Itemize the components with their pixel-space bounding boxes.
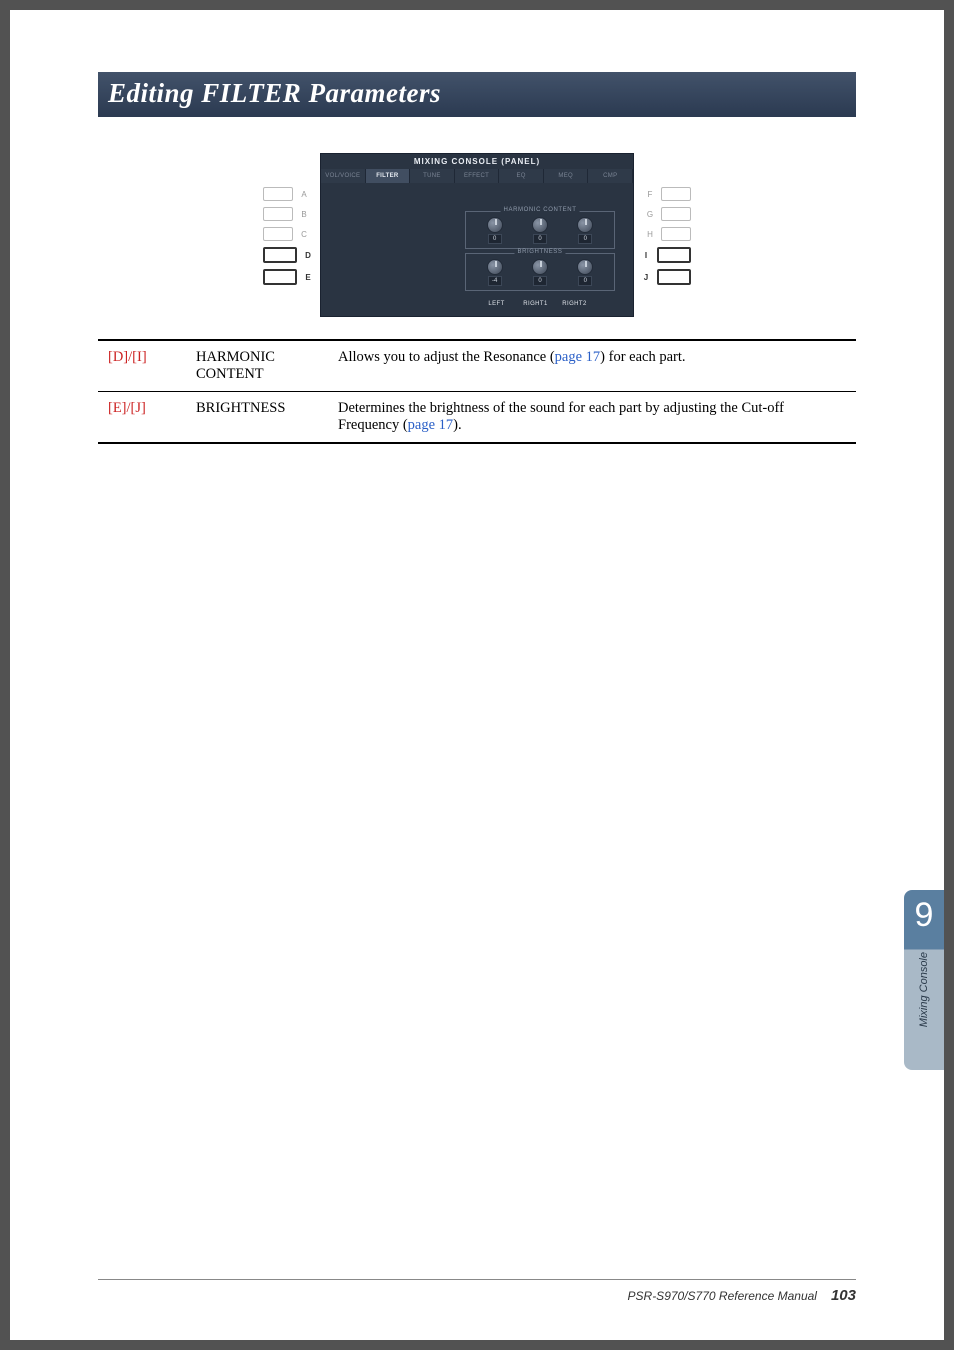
screenshot-figure: A B C D E MIXING CONSOLE (PANEL) VOL/VOI… [98,153,856,317]
tab-vol-voice[interactable]: VOL/VOICE [321,169,366,183]
button-outline-icon [263,227,293,241]
tab-cmp[interactable]: CMP [588,169,633,183]
col-label: RIGHT1 [516,301,555,307]
button-label: A [298,190,310,199]
knob-cell: 0 [577,259,593,286]
panel-button-f: F [640,187,691,201]
panel-button-a: A [263,187,314,201]
button-outline-icon [263,269,297,285]
parameter-table: [D]/[I] HARMONIC CONTENT Allows you to a… [98,339,856,444]
knob-value: 0 [488,234,502,244]
desc-text: ) for each part. [600,349,685,365]
knob-icon[interactable] [577,217,593,233]
button-outline-icon [263,247,297,263]
param-name: BRIGHTNESS [186,392,328,444]
knob-icon[interactable] [532,259,548,275]
tab-eq[interactable]: EQ [499,169,544,183]
table-row: [D]/[I] HARMONIC CONTENT Allows you to a… [98,340,856,392]
knob-value: 0 [578,234,592,244]
panel-button-b: B [263,207,314,221]
param-desc: Allows you to adjust the Resonance (page… [328,340,856,392]
knob-cell: -4 [487,259,503,286]
left-button-column: A B C D E [263,153,314,285]
tab-row: VOL/VOICE FILTER TUNE EFFECT EQ MEQ CMP [321,169,633,183]
col-label [399,301,438,307]
brightness-group: BRIGHTNESS -4 0 0 [465,253,615,291]
button-outline-icon [661,227,691,241]
button-label: J [640,273,652,282]
chapter-label: Mixing Console [918,952,930,1027]
tab-tune[interactable]: TUNE [410,169,455,183]
button-label: D [302,251,314,260]
document-page: Editing FILTER Parameters A B C D E MIXI… [10,10,944,1340]
footer-divider [98,1279,856,1280]
col-label [438,301,477,307]
button-outline-icon [661,207,691,221]
button-label: F [644,190,656,199]
button-label: B [298,210,310,219]
button-label: E [302,273,314,282]
tab-meq[interactable]: MEQ [544,169,589,183]
page-link[interactable]: page 17 [408,417,454,433]
col-label [321,301,360,307]
knob-value: 0 [578,276,592,286]
page-number: 103 [831,1287,856,1304]
button-outline-icon [263,187,293,201]
panel-button-h: H [640,227,691,241]
knob-icon[interactable] [487,217,503,233]
panel-button-d: D [263,247,314,263]
chapter-side-tab: 9 Mixing Console [904,890,944,1070]
page-footer: PSR-S970/S770 Reference Manual 103 [628,1287,856,1304]
right-button-column: F G H I J [640,153,691,285]
manual-title: PSR-S970/S770 Reference Manual [628,1289,817,1303]
param-desc: Determines the brightness of the sound f… [328,392,856,444]
knob-value: 0 [533,234,547,244]
panel-button-e: E [263,269,314,285]
button-label: C [298,230,310,239]
panel-button-c: C [263,227,314,241]
param-key: [E]/[J] [98,392,186,444]
knob-cell: 0 [532,259,548,286]
group-title: HARMONIC CONTENT [501,207,580,213]
button-label: I [640,251,652,260]
mixing-console-screen: MIXING CONSOLE (PANEL) VOL/VOICE FILTER … [320,153,634,317]
knob-value: -4 [488,276,502,286]
panel-button-i: I [640,247,691,263]
desc-text: ). [453,417,461,433]
knob-cell: 0 [532,217,548,244]
harmonic-content-group: HARMONIC CONTENT 0 0 0 [465,211,615,249]
col-label [594,301,633,307]
knob-icon[interactable] [577,259,593,275]
panel-button-j: J [640,269,691,285]
knob-icon[interactable] [532,217,548,233]
tab-effect[interactable]: EFFECT [455,169,500,183]
screen-title: MIXING CONSOLE (PANEL) [321,154,633,166]
col-label: LEFT [477,301,516,307]
panel-button-g: G [640,207,691,221]
button-outline-icon [263,207,293,221]
button-outline-icon [657,247,691,263]
bottom-label-row: LEFT RIGHT1 RIGHT2 [321,301,633,307]
table-row: [E]/[J] BRIGHTNESS Determines the bright… [98,392,856,444]
knob-cell: 0 [487,217,503,244]
button-label: G [644,210,656,219]
section-title: Editing FILTER Parameters [98,72,856,117]
tab-filter[interactable]: FILTER [366,169,411,183]
button-label: H [644,230,656,239]
knob-value: 0 [533,276,547,286]
group-title: BRIGHTNESS [514,249,565,255]
knob-cell: 0 [577,217,593,244]
button-outline-icon [661,187,691,201]
col-label: RIGHT2 [555,301,594,307]
button-outline-icon [657,269,691,285]
param-name: HARMONIC CONTENT [186,340,328,392]
desc-text: Allows you to adjust the Resonance ( [338,349,555,365]
param-key: [D]/[I] [98,340,186,392]
desc-text: Determines the brightness of the sound f… [338,400,784,433]
page-link[interactable]: page 17 [555,349,601,365]
col-label [360,301,399,307]
chapter-number: 9 [915,898,934,932]
knob-icon[interactable] [487,259,503,275]
panel-body: HARMONIC CONTENT 0 0 0 BRIGHTNESS -4 0 0 [321,183,633,309]
